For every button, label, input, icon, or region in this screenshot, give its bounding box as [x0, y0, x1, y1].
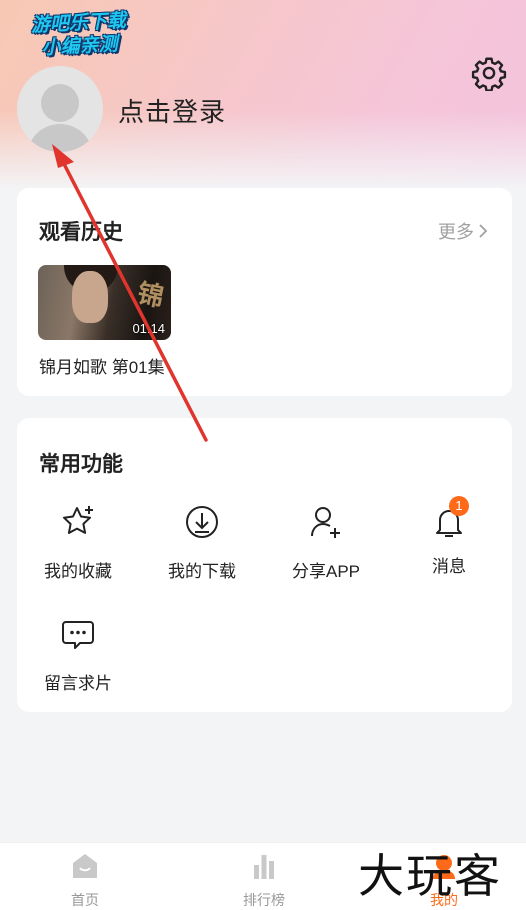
- avatar-head: [41, 84, 79, 122]
- history-title: 观看历史: [39, 221, 123, 244]
- common-functions-card: 常用功能 我的收藏 我的下载 分享APP 1 消息 留言求片: [17, 418, 512, 712]
- home-icon: [73, 854, 97, 878]
- share-user-icon: [311, 507, 340, 538]
- poster-title-glyph: 锦: [134, 277, 167, 313]
- avatar-body: [27, 124, 93, 152]
- download-icon: [186, 506, 218, 538]
- share-app-button[interactable]: 分享APP: [271, 502, 381, 582]
- favorites-button[interactable]: 我的收藏: [23, 502, 133, 582]
- message-badge: 1: [449, 496, 469, 516]
- video-thumbnail[interactable]: 锦 01:14: [38, 265, 171, 340]
- watermark-logo: 游吧乐下载 小编亲测: [13, 9, 145, 62]
- functions-title: 常用功能: [39, 453, 123, 476]
- video-title[interactable]: 锦月如歌 第01集: [39, 353, 165, 378]
- messages-button[interactable]: 1 消息: [394, 496, 504, 577]
- share-app-label: 分享APP: [291, 562, 361, 581]
- bell-icon-wrap: 1: [429, 496, 469, 542]
- avatar[interactable]: [17, 66, 103, 152]
- poster-face: [72, 271, 108, 323]
- tab-ranking-label: 排行榜: [243, 892, 285, 908]
- tab-home[interactable]: 首页: [35, 851, 135, 910]
- star-icon: [63, 506, 93, 534]
- message-icon: [62, 621, 94, 649]
- downloads-label: 我的下载: [168, 562, 236, 581]
- favorites-label: 我的收藏: [44, 562, 112, 581]
- tab-ranking[interactable]: 排行榜: [214, 851, 314, 910]
- watch-history-card: 观看历史 更多 锦 01:14 锦月如歌 第01集: [17, 188, 512, 396]
- more-link[interactable]: 更多: [438, 218, 490, 244]
- downloads-button[interactable]: 我的下载: [147, 502, 257, 582]
- chart-icon: [254, 855, 274, 879]
- request-movie-button[interactable]: 留言求片: [23, 614, 133, 694]
- login-link[interactable]: 点击登录: [118, 92, 226, 129]
- video-duration: 01:14: [132, 321, 165, 336]
- brand-watermark: 大玩客: [358, 849, 502, 903]
- chevron-right-icon: [479, 224, 488, 238]
- gear-icon[interactable]: [471, 55, 507, 91]
- request-movie-label: 留言求片: [44, 674, 112, 693]
- messages-label: 消息: [432, 557, 466, 576]
- more-label: 更多: [438, 222, 474, 242]
- tab-home-label: 首页: [71, 892, 99, 908]
